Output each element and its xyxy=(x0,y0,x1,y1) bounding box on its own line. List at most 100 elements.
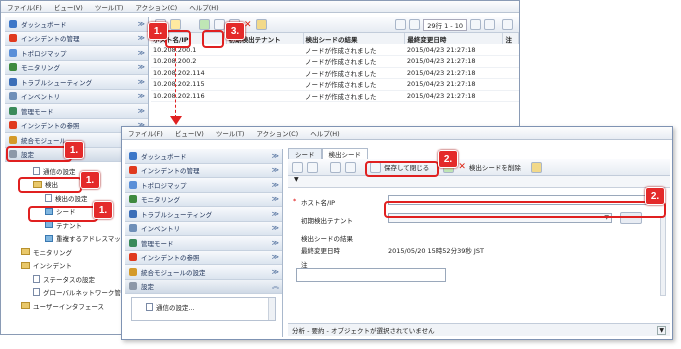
nav-item-label: モニタリング xyxy=(21,64,60,73)
menu-file[interactable]: ファイル(F) xyxy=(1,2,48,12)
delete-seed-button[interactable]: ✕ 検出シードを削除 xyxy=(458,162,521,172)
menu-file[interactable]: ファイル(F) xyxy=(122,128,169,138)
expand-icon[interactable]: ≫ xyxy=(272,224,279,232)
front-nav-item[interactable]: ダッシュボード ≫ xyxy=(125,149,282,164)
expand-icon[interactable]: ≫ xyxy=(272,253,279,261)
front-nav-item[interactable]: インシデントの管理 ≫ xyxy=(125,163,282,178)
menu-action[interactable]: アクション(C) xyxy=(250,128,304,138)
form-scrollbar[interactable] xyxy=(660,216,666,296)
form-icon-b[interactable] xyxy=(307,161,318,173)
expand-icon[interactable]: ≫ xyxy=(272,195,279,203)
back-nav-item[interactable]: インシデントの管理 ≫ xyxy=(5,31,148,46)
folder-icon xyxy=(21,248,30,256)
expand-icon[interactable]: ≫ xyxy=(138,92,145,100)
table-cell: 10.208.202.116 xyxy=(151,90,227,102)
collapse-icon[interactable]: ︽ xyxy=(272,281,279,291)
modified-value: 2015/05/20 15時52分39秒 JST xyxy=(388,247,484,255)
menu-action[interactable]: アクション(C) xyxy=(129,2,183,12)
back-nav-item[interactable]: インベントリ ≫ xyxy=(5,89,148,104)
back-nav-item[interactable]: モニタリング ≫ xyxy=(5,60,148,75)
expand-icon[interactable]: ≫ xyxy=(272,239,279,247)
note-input[interactable] xyxy=(296,268,446,282)
table-cell: 2015/04/23 21:27:18 xyxy=(404,55,503,68)
expand-icon[interactable]: ≫ xyxy=(138,34,145,42)
menu-view[interactable]: ビュー(V) xyxy=(169,128,210,138)
prev-page-icon[interactable] xyxy=(409,19,421,30)
expand-icon[interactable]: ≫ xyxy=(138,49,145,57)
menu-help[interactable]: ヘルプ(H) xyxy=(304,128,345,138)
refresh-icon[interactable] xyxy=(199,19,210,30)
nav-item-label: 統合モジュール xyxy=(21,136,67,145)
column-header[interactable]: 最終変更日時 xyxy=(404,33,504,44)
settings-scrollbar[interactable] xyxy=(268,298,275,320)
folder-icon[interactable] xyxy=(530,161,542,173)
table-row[interactable]: 10.208.202.116 ノードが作成されました 2015/04/23 21:2… xyxy=(151,90,519,102)
highlight-discovery xyxy=(18,177,82,193)
front-nav-item[interactable]: トポロジマップ ≫ xyxy=(125,178,282,193)
front-nav-item[interactable]: モニタリング ≫ xyxy=(125,192,282,207)
back-nav-item[interactable]: ダッシュボード ≫ xyxy=(5,17,148,32)
tab-seed[interactable]: シード xyxy=(288,148,322,159)
document-icon xyxy=(146,302,153,311)
modified-label: 最終変更日時 xyxy=(301,247,340,255)
new-icon[interactable] xyxy=(170,19,181,30)
front-nav-item[interactable]: トラブルシューティング ≫ xyxy=(125,207,282,222)
expand-icon[interactable]: ≫ xyxy=(272,268,279,276)
front-nav-settings[interactable]: 設定 ︽ xyxy=(125,279,282,294)
expand-icon[interactable]: ≫ xyxy=(272,181,279,189)
front-nav-item[interactable]: インベントリ ≫ xyxy=(125,221,282,236)
expand-icon[interactable]: ≫ xyxy=(272,166,279,174)
expand-icon[interactable]: ≫ xyxy=(138,107,145,115)
table-cell: 10.208.200.2 xyxy=(151,55,227,68)
last-page-icon[interactable] xyxy=(484,19,495,30)
form-icon-a[interactable] xyxy=(292,161,303,173)
column-header[interactable]: 注 xyxy=(502,33,519,44)
expand-arrow-icon[interactable]: ▼ xyxy=(294,176,299,183)
menu-tools[interactable]: ツール(T) xyxy=(89,2,130,12)
tab-discovery-seed[interactable]: 検出シード xyxy=(321,148,368,159)
table-cell: 10.208.202.115 xyxy=(151,78,227,91)
menu-help[interactable]: ヘルプ(H) xyxy=(183,2,224,12)
expand-icon[interactable]: ≫ xyxy=(272,210,279,218)
expand-icon[interactable]: ≫ xyxy=(272,152,279,160)
table-row[interactable]: 10.208.200.2 ノードが作成されました 2015/04/23 21:27:… xyxy=(151,55,519,68)
settings-comm-item[interactable]: 通信の設定... xyxy=(132,298,275,312)
highlight-new-button xyxy=(165,30,191,48)
expand-icon[interactable]: ≫ xyxy=(138,63,145,71)
expand-icon[interactable]: ≫ xyxy=(138,78,145,86)
table-cell: 10.208.202.114 xyxy=(151,67,227,79)
front-nav-item[interactable]: 管理モード ≫ xyxy=(125,236,282,251)
front-nav-item[interactable]: インシデントの参照 ≫ xyxy=(125,250,282,265)
back-nav-item[interactable]: 管理モード ≫ xyxy=(5,104,148,119)
delete-icon[interactable]: ✕ xyxy=(244,20,252,30)
front-nav-panel: ダッシュボード ≫ インシデントの管理 ≫ トポロジマップ ≫ モニタリング ≫ トラブルシュー… xyxy=(125,149,283,337)
nav-item-label: インシデントの管理 xyxy=(21,35,80,44)
undo-icon[interactable] xyxy=(214,19,225,30)
column-header[interactable]: 検出シードの結果 xyxy=(303,33,406,44)
folder-icon[interactable] xyxy=(255,19,267,30)
table-cell xyxy=(226,44,303,56)
form-icon-c[interactable] xyxy=(345,161,356,173)
front-nav-settings-label: 設定 xyxy=(141,283,154,292)
table-view-icon[interactable] xyxy=(502,19,513,30)
next-page-icon[interactable] xyxy=(470,19,481,30)
status-expand-icon[interactable]: ▼ xyxy=(657,325,666,335)
save-icon[interactable] xyxy=(330,161,341,173)
back-nav-item[interactable]: トポロジマップ ≫ xyxy=(5,46,148,61)
table-row[interactable]: 10.208.202.114 ノードが作成されました 2015/04/23 21:2… xyxy=(151,67,519,79)
folder-icon xyxy=(21,302,30,310)
expand-icon[interactable]: ≫ xyxy=(138,20,145,28)
nav-item-icon xyxy=(9,77,17,86)
table-row[interactable]: 10.208.202.115 ノードが作成されました 2015/04/23 21:2… xyxy=(151,78,519,91)
nav-item-icon xyxy=(9,106,17,115)
step-callout-refresh: 3. xyxy=(225,22,245,40)
back-nav-item[interactable]: トラブルシューティング ≫ xyxy=(5,75,148,90)
menu-tools[interactable]: ツール(T) xyxy=(210,128,251,138)
front-nav-item[interactable]: 統合モジュールの設定 ≫ xyxy=(125,265,282,280)
table-cell xyxy=(502,90,519,102)
status-bar: 分析 - 要約 - オブジェクトが選択されていません ▼ xyxy=(288,323,670,336)
table-cell xyxy=(226,78,303,91)
menu-view[interactable]: ビュー(V) xyxy=(48,2,89,12)
first-page-icon[interactable] xyxy=(395,19,407,30)
step-callout-settings: 1. xyxy=(64,141,84,159)
